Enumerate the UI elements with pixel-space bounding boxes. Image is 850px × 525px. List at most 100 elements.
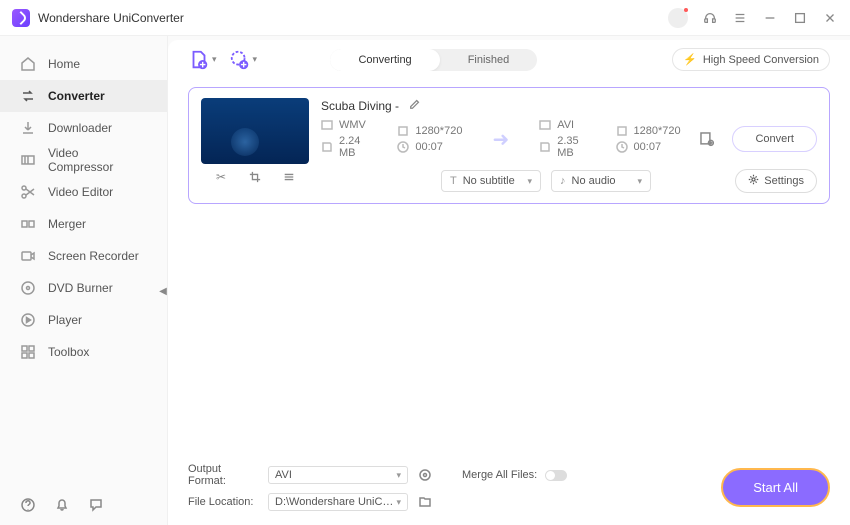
arrow-icon: ➜ [480,127,521,152]
disc-icon [20,280,36,296]
output-format-select[interactable]: AVI ▾ [268,466,408,484]
src-size: 2.24 MB [339,135,379,159]
audio-icon: ♪ [560,175,566,187]
target-info: AVI 2.35 MB [539,119,597,159]
sidebar-item-label: Toolbox [48,345,89,359]
sidebar-item-converter[interactable]: Converter [0,80,167,112]
bell-icon[interactable] [54,497,70,513]
sidebar-item-label: Home [48,57,80,71]
sidebar-item-label: Video Editor [48,185,113,199]
start-all-button[interactable]: Start All [721,468,830,507]
main: ▾ ▾ Converting Finished ⚡ High Speed Con… [168,40,850,525]
sidebar-item-merger[interactable]: Merger [0,208,167,240]
add-url-button[interactable]: ▾ [229,49,258,71]
effects-icon[interactable] [282,170,296,184]
help-icon[interactable] [20,497,36,513]
settings-label: Settings [764,175,804,187]
sidebar-item-label: Screen Recorder [48,249,139,263]
output-format-value: AVI [275,469,292,481]
convert-button[interactable]: Convert [732,126,817,152]
play-icon [20,312,36,328]
sidebar-item-dvd[interactable]: DVD Burner [0,272,167,304]
file-location-label: File Location: [188,496,258,508]
maximize-icon[interactable] [792,10,808,26]
merge-label: Merge All Files: [462,469,537,481]
file-card: ✂ Scuba Diving - WMV 2.24 MB [188,87,830,204]
file-location-select[interactable]: D:\Wondershare UniConverter ▾ [268,493,408,511]
user-icon[interactable] [668,8,688,28]
close-icon[interactable] [822,10,838,26]
minimize-icon[interactable] [762,10,778,26]
file-title: Scuba Diving - [321,99,399,113]
sidebar-item-downloader[interactable]: Downloader [0,112,167,144]
source-info: WMV 2.24 MB [321,119,379,159]
titlebar-icons [668,8,838,28]
bolt-icon: ⚡ [683,53,697,66]
tab-converting[interactable]: Converting [330,49,439,71]
menu-icon[interactable] [732,10,748,26]
sidebar-item-player[interactable]: Player [0,304,167,336]
gear-icon [748,174,759,188]
preset-icon[interactable] [699,131,715,147]
app-title: Wondershare UniConverter [38,11,668,25]
dst-duration: 00:07 [634,141,662,153]
merge-icon [20,216,36,232]
source-info-2: 1280*720 00:07 [397,125,462,153]
src-format: WMV [339,119,366,131]
trim-icon[interactable]: ✂ [214,170,228,184]
sidebar-item-label: Video Compressor [48,146,147,174]
sidebar-item-label: Player [48,313,82,327]
toolbar: ▾ ▾ Converting Finished ⚡ High Speed Con… [168,40,850,79]
src-duration: 00:07 [415,141,443,153]
target-info-2: 1280*720 00:07 [616,125,681,153]
chevron-down-icon: ▾ [253,54,258,65]
chevron-down-icon: ▾ [212,54,217,65]
download-icon [20,120,36,136]
video-thumbnail[interactable] [201,98,309,164]
sidebar-item-label: Merger [48,217,86,231]
audio-select[interactable]: ♪ No audio ▾ [551,170,651,192]
content-body [168,212,850,453]
file-location-value: D:\Wondershare UniConverter [275,496,396,508]
chevron-down-icon: ▾ [396,497,401,508]
headset-icon[interactable] [702,10,718,26]
folder-icon[interactable] [418,495,432,509]
sidebar-item-label: DVD Burner [48,281,113,295]
chevron-down-icon: ▾ [637,176,642,187]
tab-finished[interactable]: Finished [440,49,538,71]
sidebar-item-recorder[interactable]: Screen Recorder [0,240,167,272]
titlebar: Wondershare UniConverter [0,0,850,36]
high-speed-toggle[interactable]: ⚡ High Speed Conversion [672,48,830,71]
dst-size: 2.35 MB [557,135,597,159]
edit-icon[interactable] [409,98,421,113]
collapse-handle[interactable]: ◀ [158,281,168,301]
format-settings-icon[interactable] [418,468,432,482]
scissors-icon [20,184,36,200]
converter-icon [20,88,36,104]
dst-format: AVI [557,119,574,131]
compress-icon [20,152,36,168]
add-file-button[interactable]: ▾ [188,49,217,71]
crop-icon[interactable] [248,170,262,184]
record-icon [20,248,36,264]
settings-button[interactable]: Settings [735,169,817,193]
output-format-label: Output Format: [188,463,258,487]
sidebar: Home Converter Downloader Video Compress… [0,36,168,525]
feedback-icon[interactable] [88,497,104,513]
sidebar-item-label: Downloader [48,121,112,135]
home-icon [20,56,36,72]
bottom-bar: Output Format: AVI ▾ Merge All Files: Fi… [168,453,850,525]
sidebar-item-home[interactable]: Home [0,48,167,80]
app-logo [12,9,30,27]
chevron-down-icon: ▾ [527,176,532,187]
sidebar-item-editor[interactable]: Video Editor [0,176,167,208]
audio-value: No audio [572,175,616,187]
merge-toggle[interactable] [545,470,567,481]
src-resolution: 1280*720 [415,125,462,137]
subtitle-icon: T [450,175,457,187]
subtitle-select[interactable]: T No subtitle ▾ [441,170,541,192]
sidebar-item-compressor[interactable]: Video Compressor [0,144,167,176]
layout: Home Converter Downloader Video Compress… [0,36,850,525]
sidebar-bottom [0,485,167,525]
sidebar-item-toolbox[interactable]: Toolbox [0,336,167,368]
